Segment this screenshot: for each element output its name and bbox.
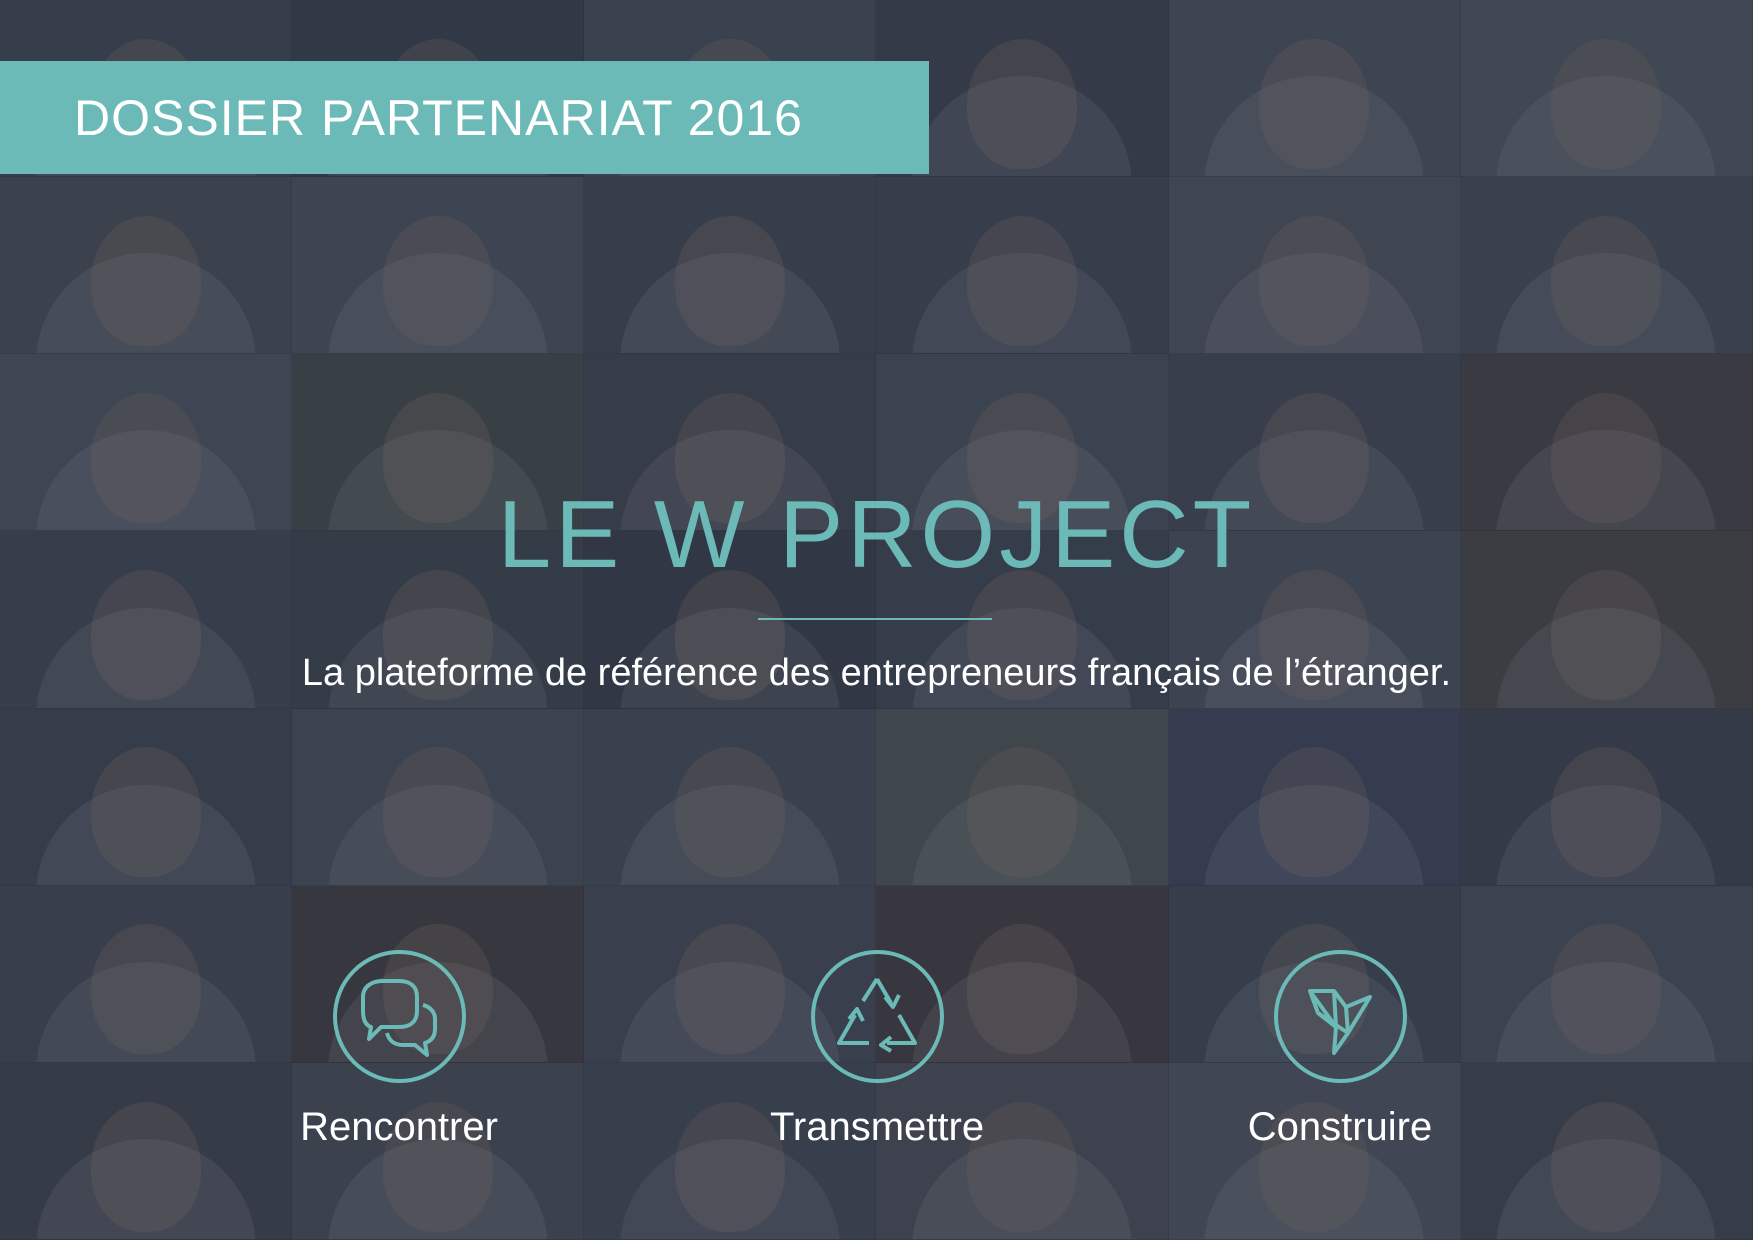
feature-label: Rencontrer — [300, 1105, 498, 1149]
page-subtitle: La plateforme de référence des entrepren… — [301, 652, 1452, 694]
banner-title: DOSSIER PARTENARIAT 2016 — [74, 89, 803, 146]
recycle-triangle-icon — [810, 950, 944, 1083]
feature-label: Transmettre — [769, 1105, 985, 1149]
feature-construire: Construire — [1210, 950, 1470, 1150]
speech-bubbles-icon — [332, 950, 466, 1083]
page-title: LE W PROJECT — [497, 481, 1256, 588]
title-divider — [758, 618, 992, 620]
origami-bird-icon — [1273, 950, 1407, 1083]
feature-rencontrer: Rencontrer — [269, 950, 529, 1150]
feature-label: Construire — [1247, 1105, 1433, 1149]
feature-transmettre: Transmettre — [747, 950, 1007, 1150]
partnership-banner: DOSSIER PARTENARIAT 2016 — [0, 61, 929, 174]
